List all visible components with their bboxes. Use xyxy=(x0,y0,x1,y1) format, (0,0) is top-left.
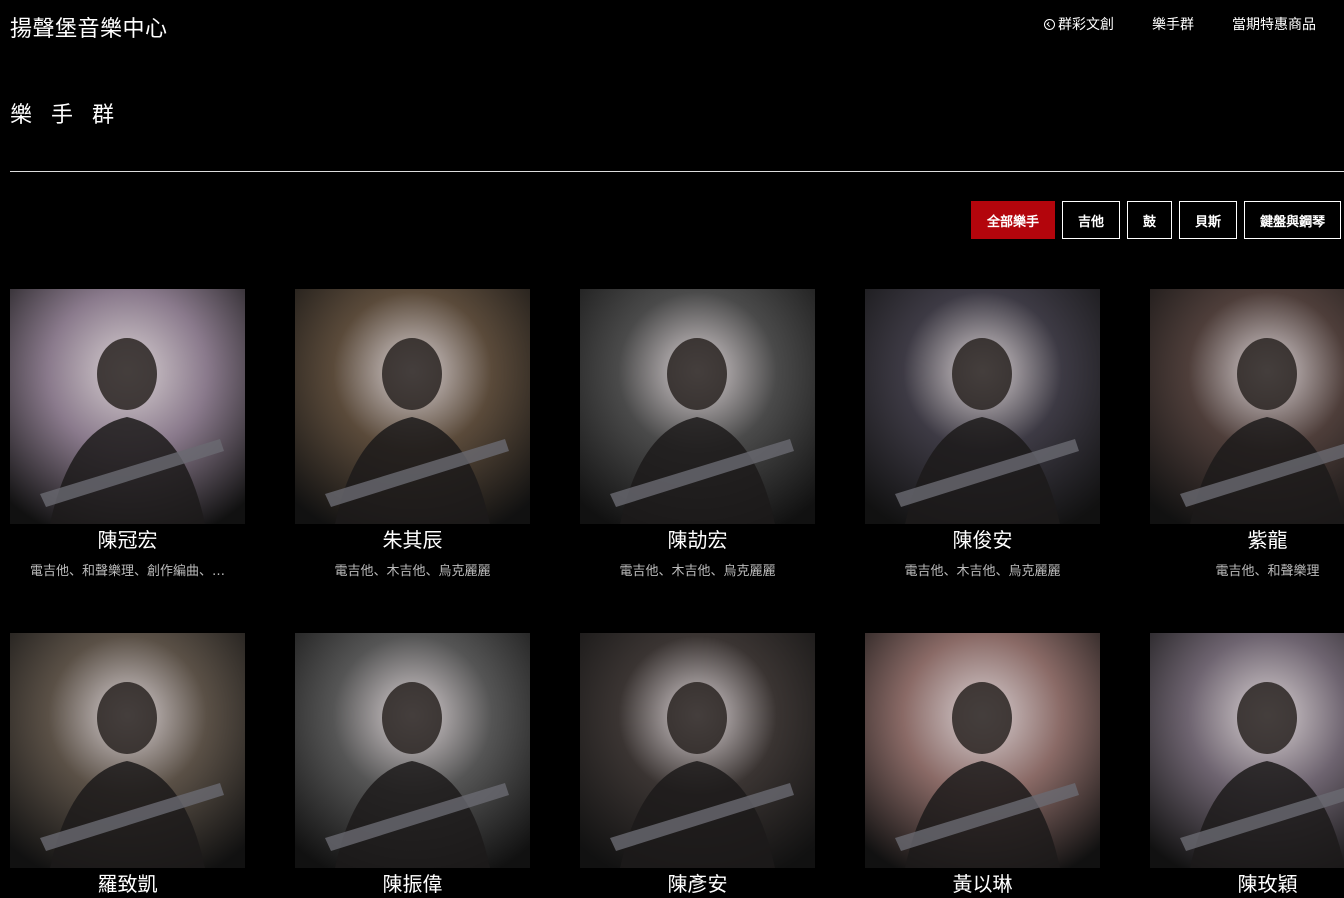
filter-keyboard-button[interactable]: 鍵盤與鋼琴 xyxy=(1244,201,1342,239)
musician-photo[interactable] xyxy=(1150,633,1344,868)
musician-photo[interactable] xyxy=(295,633,530,868)
musician-tags: 電吉他、木吉他、烏克麗麗 xyxy=(334,564,491,579)
musician-card[interactable]: 羅致凱 xyxy=(10,633,245,896)
top-navigation-bar: 揚聲堡音樂中心 群彩文創 樂手群 當期特惠商品 xyxy=(0,0,1344,50)
musician-photo[interactable] xyxy=(295,289,530,524)
musician-tags: 電吉他、和聲樂理、創作編曲、… xyxy=(29,564,225,579)
musician-name[interactable]: 陳彥安 xyxy=(580,872,815,896)
musician-card[interactable]: 朱其辰電吉他、木吉他、烏克麗麗 xyxy=(295,289,530,579)
musician-card[interactable]: 陳劼宏電吉他、木吉他、烏克麗麗 xyxy=(580,289,815,579)
nav-item-label: 群彩文創 xyxy=(1058,17,1114,33)
musician-name[interactable]: 陳玫穎 xyxy=(1150,872,1344,896)
filter-all-button[interactable]: 全部樂手 xyxy=(971,201,1056,239)
musician-photo[interactable] xyxy=(1150,289,1344,524)
musician-name[interactable]: 陳俊安 xyxy=(865,528,1100,552)
musician-card[interactable]: 陳俊安電吉他、木吉他、烏克麗麗 xyxy=(865,289,1100,579)
musician-photo[interactable] xyxy=(580,289,815,524)
musician-card[interactable]: 陳玫穎 xyxy=(1150,633,1344,896)
filter-bar: 全部樂手 吉他 鼓 貝斯 鍵盤與鋼琴 xyxy=(971,201,1342,239)
musician-name[interactable]: 陳冠宏 xyxy=(10,528,245,552)
filter-guitar-button[interactable]: 吉他 xyxy=(1062,201,1121,239)
musician-tags: 電吉他、木吉他、烏克麗麗 xyxy=(619,564,776,579)
musician-photo[interactable] xyxy=(10,289,245,524)
nav-item-creative[interactable]: 群彩文創 xyxy=(1044,14,1114,34)
page-title: 樂 手 群 xyxy=(10,103,120,128)
musician-name[interactable]: 黃以琳 xyxy=(865,872,1100,896)
site-title-link[interactable]: 揚聲堡音樂中心 xyxy=(10,11,168,43)
nav-item-label: 樂手群 xyxy=(1152,17,1194,33)
nav-item-musicians[interactable]: 樂手群 xyxy=(1152,14,1194,34)
musician-name[interactable]: 陳劼宏 xyxy=(580,528,815,552)
musician-card[interactable]: 陳冠宏電吉他、和聲樂理、創作編曲、… xyxy=(10,289,245,579)
musician-photo[interactable] xyxy=(865,289,1100,524)
nav-item-specials[interactable]: 當期特惠商品 xyxy=(1232,14,1316,34)
nav-item-label: 當期特惠商品 xyxy=(1232,17,1316,33)
musician-name[interactable]: 陳振偉 xyxy=(295,872,530,896)
circle-check-icon xyxy=(1044,18,1055,30)
musician-photo[interactable] xyxy=(580,633,815,868)
musician-card[interactable]: 陳振偉 xyxy=(295,633,530,896)
musician-photo[interactable] xyxy=(10,633,245,868)
musician-tags: 電吉他、木吉他、烏克麗麗 xyxy=(904,564,1061,579)
main-nav: 群彩文創 樂手群 當期特惠商品 xyxy=(1044,14,1316,34)
musician-card[interactable]: 紫龍電吉他、和聲樂理 xyxy=(1150,289,1344,579)
filter-bass-button[interactable]: 貝斯 xyxy=(1179,201,1238,239)
filter-drums-button[interactable]: 鼓 xyxy=(1127,201,1173,239)
musician-name[interactable]: 紫龍 xyxy=(1150,528,1344,552)
divider xyxy=(10,171,1344,172)
musician-card[interactable]: 陳彥安 xyxy=(580,633,815,896)
musician-tags: 電吉他、和聲樂理 xyxy=(1215,564,1320,579)
musician-card[interactable]: 黃以琳 xyxy=(865,633,1100,896)
musician-photo[interactable] xyxy=(865,633,1100,868)
musician-name[interactable]: 羅致凱 xyxy=(10,872,245,896)
musician-name[interactable]: 朱其辰 xyxy=(295,528,530,552)
